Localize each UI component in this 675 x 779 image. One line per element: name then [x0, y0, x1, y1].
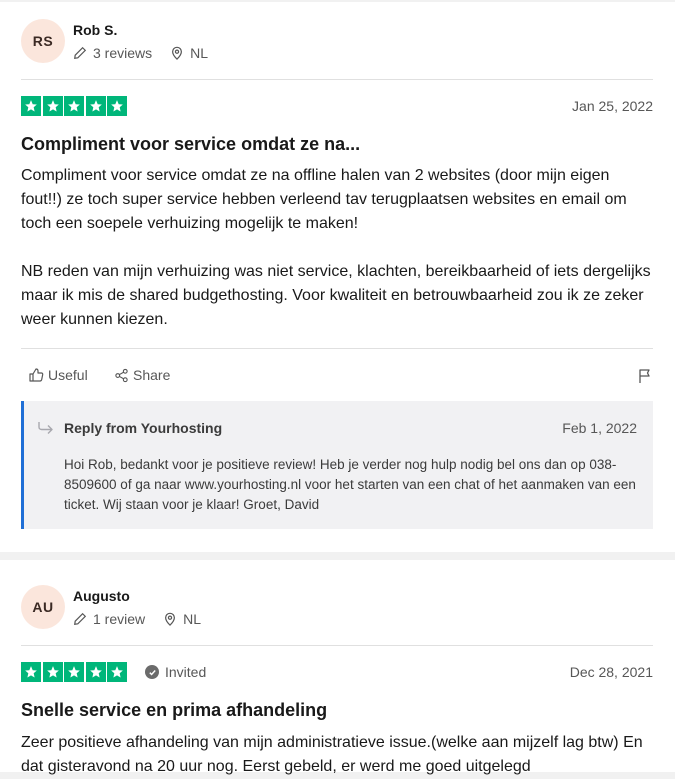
reviewer-meta: 1 review NL — [73, 611, 219, 627]
review-card: AU Augusto 1 review NL Invited Dec 28, 2… — [0, 560, 675, 775]
star-icon — [42, 662, 63, 682]
review-paragraph: NB reden van mijn verhuizing was niet se… — [21, 263, 651, 328]
reviewer-country: NL — [183, 611, 202, 627]
share-button[interactable]: Share — [114, 367, 170, 383]
location-pin-icon — [165, 612, 176, 626]
star-icon — [85, 96, 106, 116]
star-icon — [21, 96, 41, 116]
star-rating — [21, 96, 129, 116]
review-title[interactable]: Snelle service en prima afhandeling — [21, 700, 327, 721]
share-label: Share — [133, 367, 171, 383]
useful-button[interactable]: Useful — [28, 367, 88, 383]
divider — [21, 79, 653, 80]
star-icon — [42, 96, 63, 116]
invited-label: Invited — [165, 664, 207, 680]
invited-badge[interactable]: Invited — [145, 664, 206, 680]
useful-label: Useful — [48, 367, 88, 383]
check-circle-icon — [145, 665, 159, 679]
company-reply: Reply from Yourhosting Feb 1, 2022 Hoi R… — [21, 401, 653, 529]
star-rating — [21, 662, 129, 682]
pencil-icon — [74, 46, 87, 59]
review-count: 3 reviews — [93, 45, 153, 61]
divider — [21, 645, 653, 646]
review-paragraph: Compliment voor service omdat ze na offl… — [21, 167, 627, 232]
star-icon — [107, 96, 127, 116]
reply-date: Feb 1, 2022 — [562, 420, 637, 436]
star-icon — [85, 662, 106, 682]
reviewer-name[interactable]: Augusto — [73, 588, 130, 604]
review-title[interactable]: Compliment voor service omdat ze na... — [21, 134, 360, 155]
star-icon — [107, 662, 127, 682]
share-icon — [115, 368, 128, 382]
location-pin-icon — [172, 46, 183, 60]
divider — [21, 348, 653, 349]
review-body: Compliment voor service omdat ze na offl… — [21, 164, 653, 332]
flag-icon[interactable] — [637, 368, 653, 384]
star-icon — [64, 96, 84, 116]
avatar[interactable]: RS — [21, 19, 65, 63]
pencil-icon — [74, 612, 87, 625]
star-icon — [64, 662, 84, 682]
star-icon — [21, 662, 41, 682]
review-count: 1 review — [93, 611, 146, 627]
reply-title: Reply from Yourhosting — [64, 420, 223, 436]
reviewer-country: NL — [190, 45, 209, 61]
reply-arrow-icon — [38, 422, 53, 434]
review-date: Dec 28, 2021 — [569, 664, 653, 680]
avatar[interactable]: AU — [21, 585, 65, 629]
reply-body: Hoi Rob, bedankt voor je positieve revie… — [64, 457, 636, 512]
review-date: Jan 25, 2022 — [572, 98, 653, 114]
review-card: RS Rob S. 3 reviews NL Jan 25, 2022 Comp… — [0, 2, 675, 552]
reviewer-meta: 3 reviews NL — [73, 45, 226, 61]
thumbs-up-icon — [29, 368, 44, 382]
reviewer-name[interactable]: Rob S. — [73, 22, 117, 38]
